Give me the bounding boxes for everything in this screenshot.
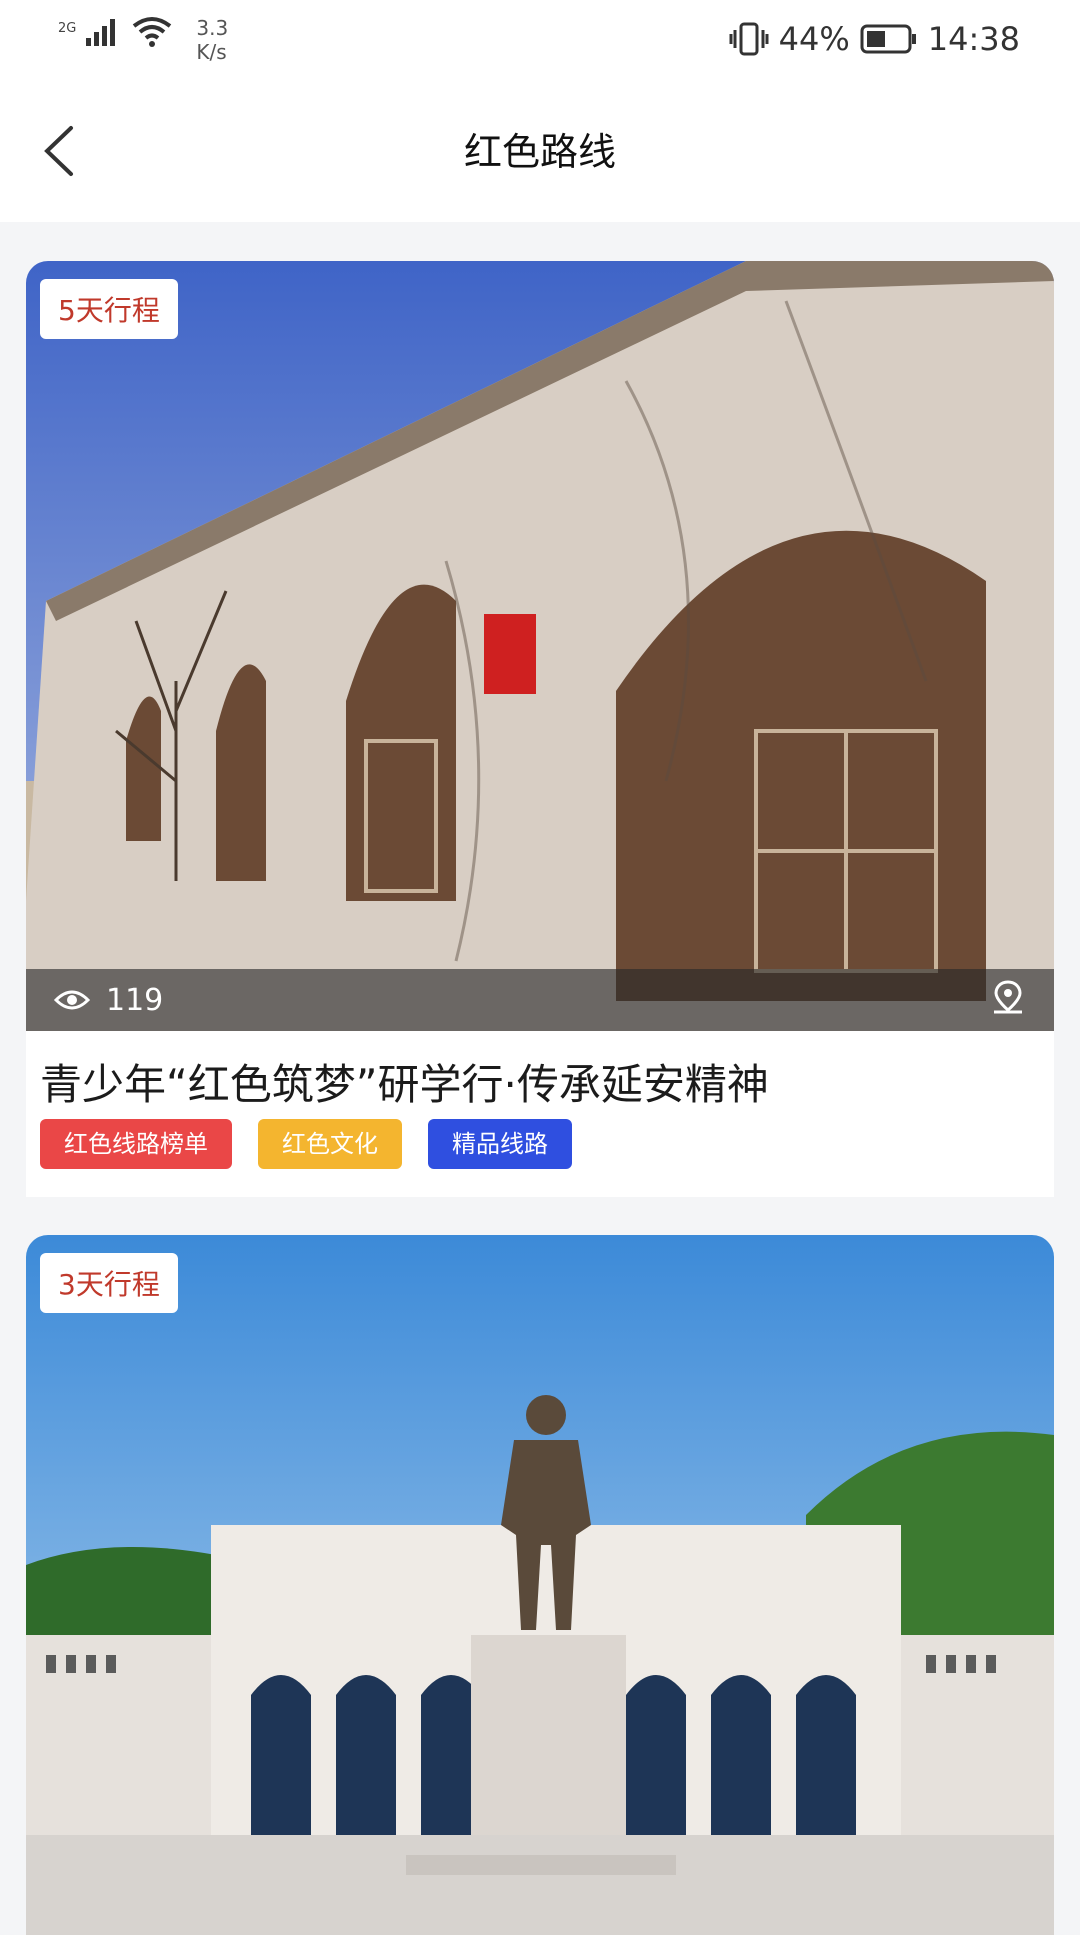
status-bar: 2G 3.3 K/s 44% 14:38 xyxy=(0,0,1080,82)
tag-premium-route[interactable]: 精品线路 xyxy=(428,1119,572,1169)
route-photo[interactable]: 3天行程 xyxy=(26,1235,1054,1935)
tag-red-culture[interactable]: 红色文化 xyxy=(258,1119,402,1169)
route-card[interactable]: 3天行程 xyxy=(26,1235,1054,1935)
network-type: 2G xyxy=(58,21,77,36)
wifi-icon xyxy=(133,17,172,47)
signal-icon xyxy=(86,19,116,46)
photo-info-bar: 119 xyxy=(26,969,1054,1031)
memorial-hall-photo xyxy=(26,1235,1054,1935)
vibrate-icon xyxy=(729,22,769,56)
battery-icon xyxy=(860,24,916,54)
view-count: 119 xyxy=(106,982,164,1018)
route-card[interactable]: 5天行程 119 青少年“红色筑梦”研学行·传承延安精神 红色线路榜单 红色文化… xyxy=(26,261,1054,1197)
status-left: 2G 3.3 K/s xyxy=(58,16,228,64)
battery-percent: 44% xyxy=(778,20,850,58)
trip-duration-badge: 5天行程 xyxy=(40,279,178,339)
trip-duration-badge: 3天行程 xyxy=(40,1253,178,1313)
route-photo[interactable]: 5天行程 119 xyxy=(26,261,1054,1031)
route-tags: 红色线路榜单 红色文化 精品线路 xyxy=(40,1119,572,1169)
page-title: 红色路线 xyxy=(463,130,616,174)
status-right: 44% 14:38 xyxy=(729,20,1020,58)
location-pin-icon xyxy=(994,980,1022,1014)
eye-icon xyxy=(54,990,90,1010)
route-title[interactable]: 青少年“红色筑梦”研学行·传承延安精神 xyxy=(40,1051,769,1112)
network-speed: 3.3 K/s xyxy=(196,16,228,64)
yanan-cave-dwelling-photo xyxy=(26,261,1054,1031)
speed-value: 3.3 xyxy=(196,16,229,40)
speed-unit: K/s xyxy=(196,40,227,64)
clock: 14:38 xyxy=(927,20,1020,58)
location-button[interactable] xyxy=(990,980,1026,1020)
app-header: 红色路线 xyxy=(0,82,1080,222)
tag-red-route-ranking[interactable]: 红色线路榜单 xyxy=(40,1119,232,1169)
